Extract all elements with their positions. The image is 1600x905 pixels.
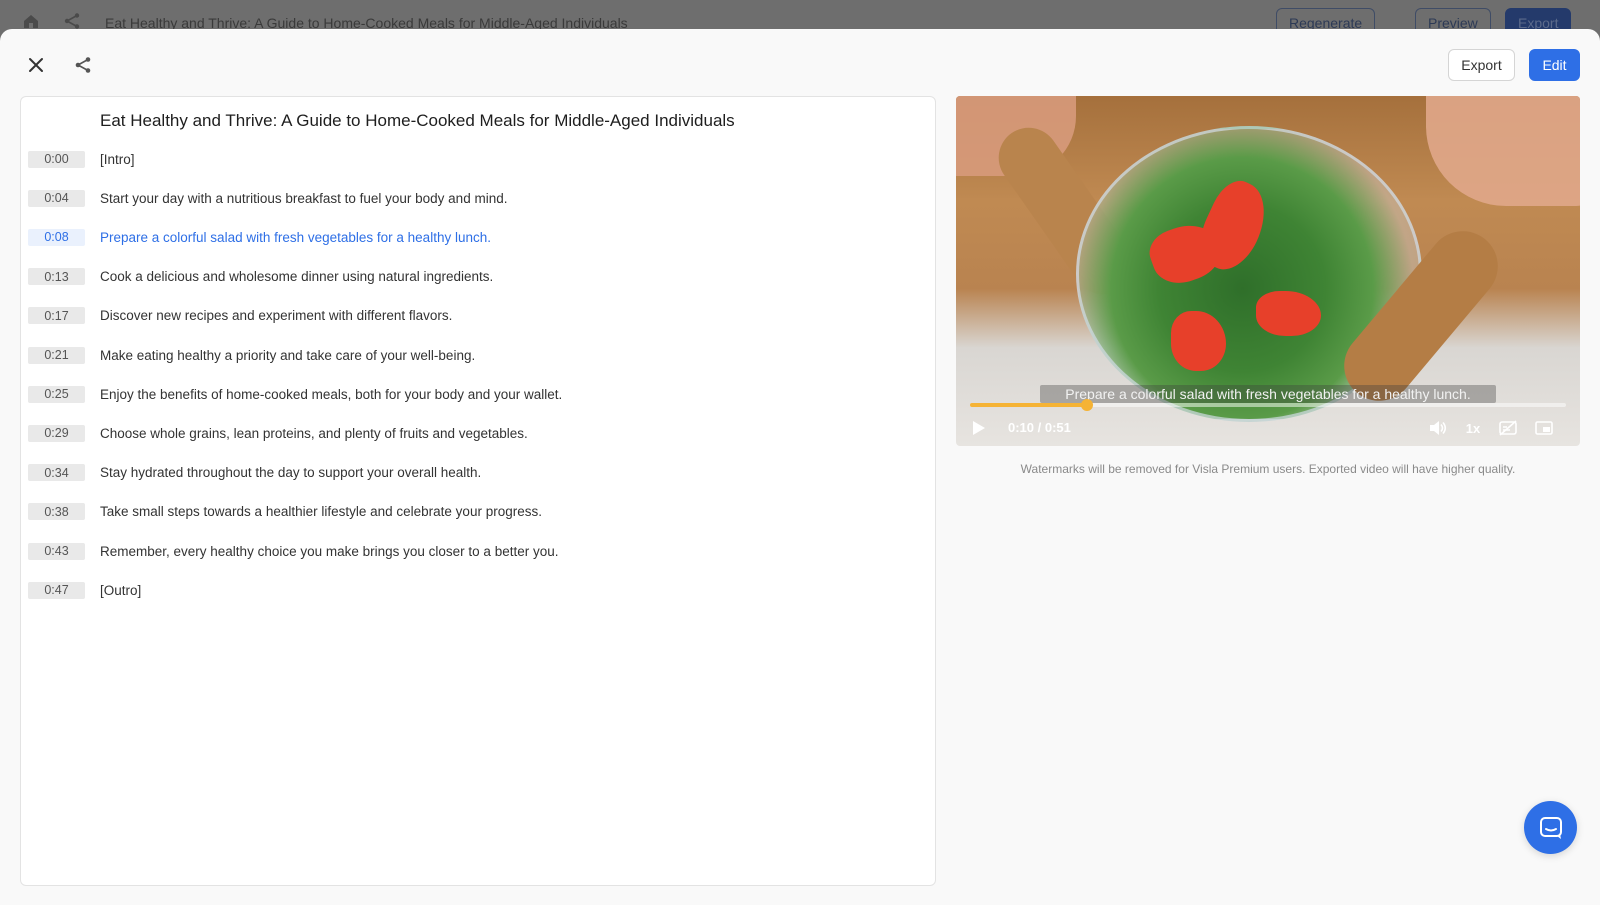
transcript-line-text: Discover new recipes and experiment with… [100, 308, 453, 324]
transcript-line-text: Remember, every healthy choice you make … [100, 543, 559, 559]
transcript-title: Eat Healthy and Thrive: A Guide to Home-… [100, 111, 735, 130]
transcript-line[interactable]: 0:29 Choose whole grains, lean proteins, … [28, 422, 528, 444]
share-icon[interactable] [69, 51, 97, 79]
close-icon[interactable] [22, 51, 50, 79]
video-caption: Prepare a colorful salad with fresh vege… [1040, 385, 1496, 403]
transcript-line-text: [Intro] [100, 151, 135, 167]
timestamp-badge[interactable]: 0:34 [28, 464, 85, 482]
play-icon[interactable] [970, 419, 988, 437]
progress-handle[interactable] [1080, 399, 1093, 411]
timestamp-badge[interactable]: 0:25 [28, 385, 85, 403]
transcript-line-text: Choose whole grains, lean proteins, and … [100, 425, 528, 441]
home-icon [22, 12, 40, 30]
transcript-line[interactable]: 0:21 Make eating healthy a priority and t… [28, 344, 475, 366]
transcript-line[interactable]: 0:47 [Outro] [28, 579, 141, 601]
edit-button[interactable]: Edit [1529, 49, 1580, 81]
watermark-note: Watermarks will be removed for Visla Pre… [1020, 462, 1516, 476]
player-controls: 0:10 / 0:51 1x [956, 414, 1580, 442]
timestamp-badge[interactable]: 0:38 [28, 503, 85, 521]
preview-modal: Export Edit Eat Healthy and Thrive: A Gu… [0, 29, 1600, 905]
transcript-line-text: Make eating healthy a priority and take … [100, 347, 476, 363]
transcript-line-text: Cook a delicious and wholesome dinner us… [100, 269, 494, 285]
transcript-line-text: Enjoy the benefits of home-cooked meals,… [100, 386, 563, 402]
timestamp-badge[interactable]: 0:43 [28, 542, 85, 560]
progress-bar[interactable] [970, 399, 1566, 411]
transcript-line[interactable]: 0:04 Start your day with a nutritious bre… [28, 187, 507, 209]
export-button[interactable]: Export [1448, 49, 1515, 81]
transcript-line[interactable]: 0:00 [Intro] [28, 148, 135, 170]
chat-icon [1538, 815, 1564, 841]
transcript-line-text: Start your day with a nutritious breakfa… [100, 190, 508, 206]
transcript-line-text: Stay hydrated throughout the day to supp… [100, 465, 482, 481]
timestamp-badge[interactable]: 0:21 [28, 346, 85, 364]
time-display: 0:10 / 0:51 [1008, 420, 1071, 435]
picture-in-picture-icon[interactable] [1534, 419, 1554, 437]
transcript-line[interactable]: 0:17 Discover new recipes and experiment … [28, 305, 452, 327]
timestamp-badge[interactable]: 0:00 [28, 150, 85, 168]
transcript-line[interactable]: 0:13 Cook a delicious and wholesome dinne… [28, 266, 493, 288]
transcript-line[interactable]: 0:25 Enjoy the benefits of home-cooked me… [28, 383, 562, 405]
timestamp-badge[interactable]: 0:29 [28, 424, 85, 442]
timestamp-badge[interactable]: 0:47 [28, 581, 85, 599]
progress-fill [970, 403, 1087, 407]
transcript-panel: Eat Healthy and Thrive: A Guide to Home-… [20, 96, 936, 886]
captions-off-icon[interactable] [1498, 419, 1518, 437]
chat-button[interactable] [1524, 801, 1577, 854]
timestamp-badge[interactable]: 0:04 [28, 189, 85, 207]
transcript-line-text: [Outro] [100, 582, 142, 598]
playback-speed[interactable]: 1x [1463, 419, 1483, 437]
transcript-line[interactable]: 0:08 Prepare a colorful salad with fresh … [28, 226, 491, 248]
timestamp-badge[interactable]: 0:13 [28, 268, 85, 286]
transcript-line-text: Take small steps towards a healthier lif… [100, 504, 542, 520]
transcript-line[interactable]: 0:34 Stay hydrated throughout the day to … [28, 462, 481, 484]
timestamp-badge[interactable]: 0:08 [28, 228, 85, 246]
transcript-line-text: Prepare a colorful salad with fresh vege… [100, 229, 491, 245]
volume-icon[interactable] [1428, 419, 1448, 437]
video-player[interactable]: Prepare a colorful salad with fresh vege… [956, 96, 1580, 446]
transcript-line[interactable]: 0:43 Remember, every healthy choice you m… [28, 540, 558, 562]
share-icon [63, 12, 81, 30]
timestamp-badge[interactable]: 0:17 [28, 307, 85, 325]
transcript-line[interactable]: 0:38 Take small steps towards a healthier… [28, 501, 542, 523]
